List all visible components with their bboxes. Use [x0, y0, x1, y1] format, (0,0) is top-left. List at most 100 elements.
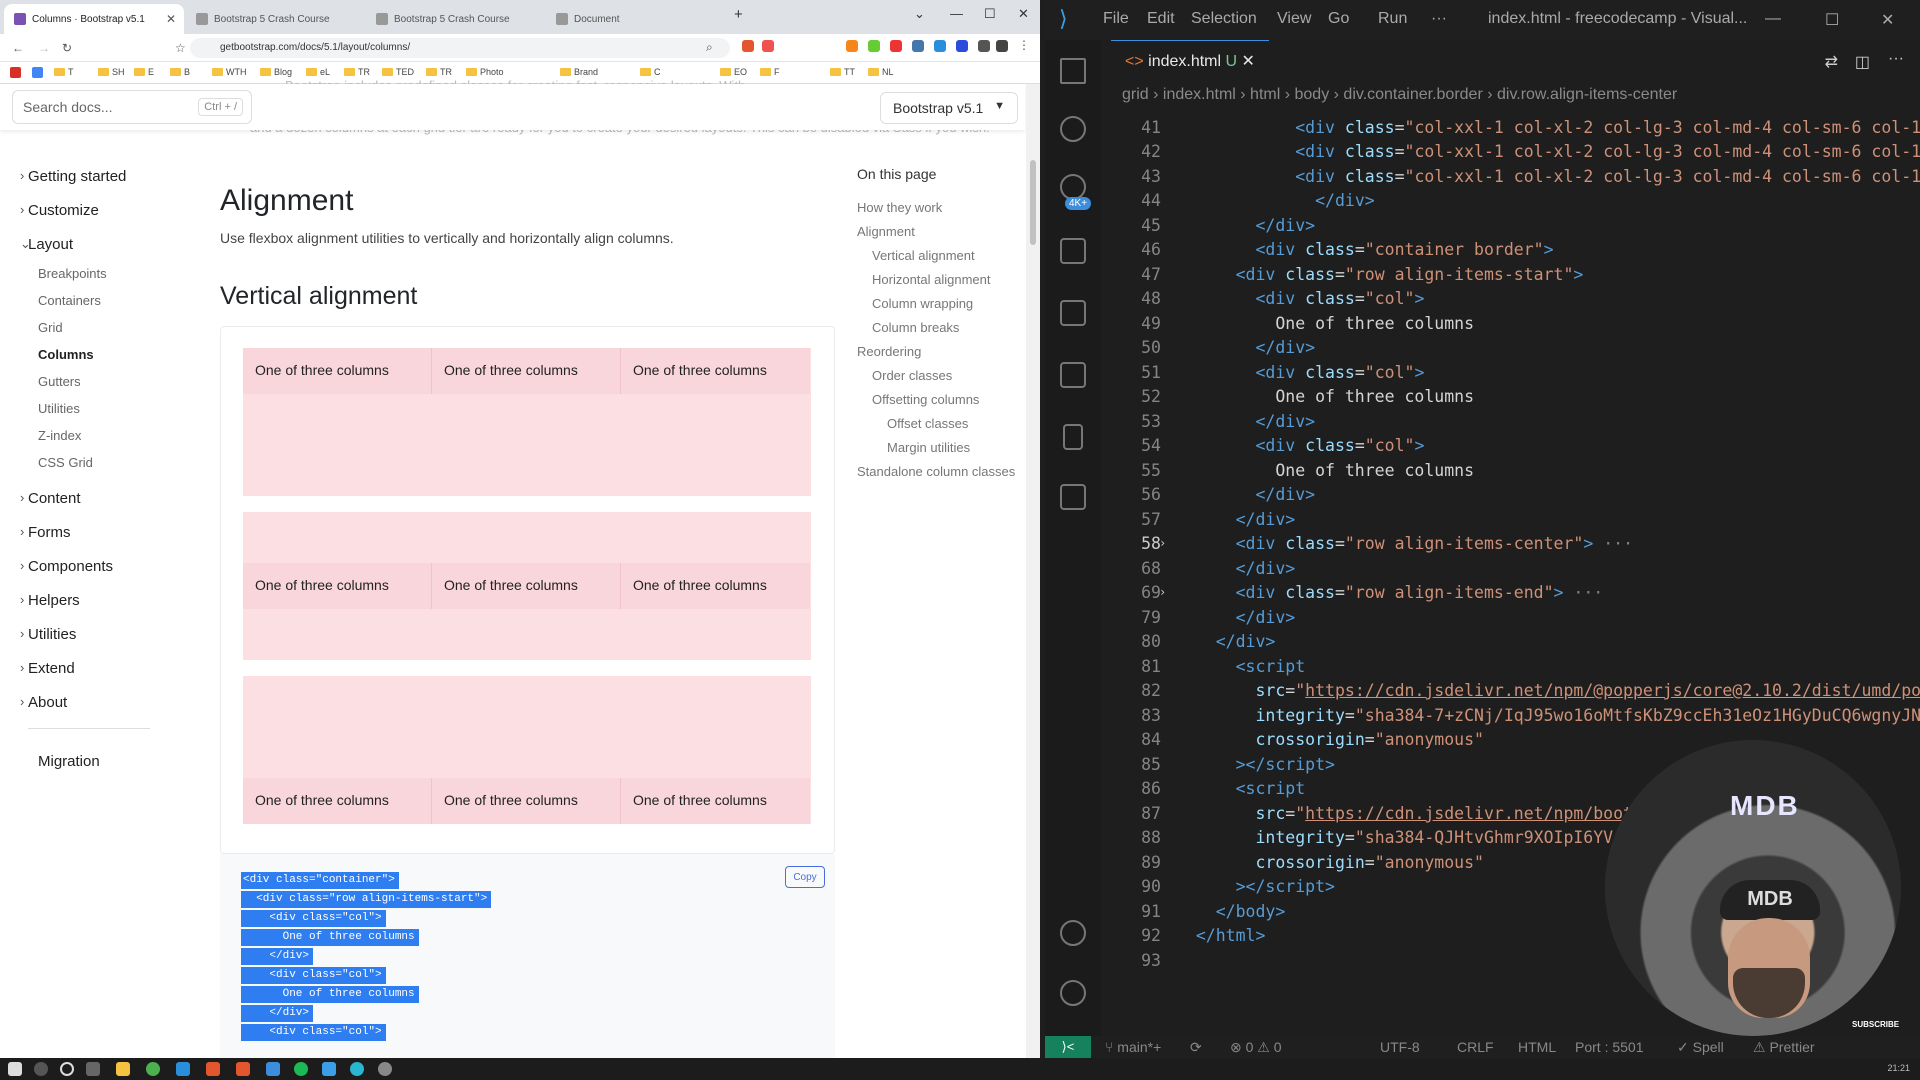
puzzle-icon[interactable]	[996, 40, 1008, 52]
tab-search-icon[interactable]: ⌄	[914, 6, 925, 22]
bookmark-folder[interactable]: F	[760, 67, 780, 77]
breadcrumb-item[interactable]: div.row.align-items-center	[1497, 86, 1677, 103]
sidebar-item-css-grid[interactable]: CSS Grid	[38, 455, 93, 470]
app-icon[interactable]	[378, 1062, 392, 1076]
brave-rewards-icon[interactable]	[762, 40, 774, 52]
new-tab-icon[interactable]: +	[734, 6, 743, 23]
copy-button[interactable]: Copy	[785, 866, 825, 888]
bookmark-folder[interactable]: WTH	[212, 67, 247, 77]
sidebar-item-columns[interactable]: Columns	[38, 347, 94, 362]
tab-columns-bootstrap[interactable]: Columns · Bootstrap v5.1 ✕	[4, 4, 184, 34]
bookmark-folder[interactable]: E	[134, 67, 154, 77]
toc-item[interactable]: Reordering	[857, 344, 921, 359]
close-window-icon[interactable]: ✕	[1018, 6, 1029, 22]
bookmark-folder[interactable]: EO	[720, 67, 747, 77]
menu-selection[interactable]: Selection	[1191, 10, 1257, 28]
extension-icon[interactable]	[956, 40, 968, 52]
bookmark-folder[interactable]: TR	[344, 67, 370, 77]
spell-status[interactable]: ✓ Spell	[1677, 1039, 1724, 1056]
scrollbar-thumb[interactable]	[1030, 160, 1036, 245]
zoom-icon[interactable]: ⌕	[706, 40, 713, 55]
app-icon[interactable]	[206, 1062, 220, 1076]
bookmark-folder[interactable]: TR	[426, 67, 452, 77]
bookmark-folder[interactable]: TED	[382, 67, 414, 77]
eol-status[interactable]: CRLF	[1457, 1039, 1494, 1055]
extensions-icon[interactable]	[1060, 300, 1086, 326]
sidebar-extend[interactable]: › Extend	[20, 660, 75, 677]
remote-icon[interactable]: ⟩<	[1045, 1036, 1091, 1058]
encoding-status[interactable]: UTF-8	[1380, 1039, 1420, 1055]
sidebar-migration[interactable]: Migration	[38, 753, 100, 770]
sidebar-content[interactable]: › Content	[20, 490, 81, 507]
sidebar-utilities[interactable]: › Utilities	[20, 626, 76, 643]
extension-icon[interactable]	[978, 40, 990, 52]
toc-item[interactable]: Column breaks	[872, 320, 959, 335]
gmail-icon[interactable]	[10, 67, 21, 78]
search-icon[interactable]	[1060, 116, 1086, 142]
menu-icon[interactable]: ⋮	[1018, 38, 1030, 52]
sidebar-item-containers[interactable]: Containers	[38, 293, 101, 308]
toc-item[interactable]: Alignment	[857, 224, 915, 239]
sidebar-customize[interactable]: › Customize	[20, 202, 99, 219]
chrome-icon[interactable]	[146, 1062, 160, 1076]
search-input[interactable]: Search docs... Ctrl + /	[12, 90, 252, 124]
sidebar-layout[interactable]: ⌄ Layout	[20, 236, 73, 253]
metamask-icon[interactable]	[846, 40, 858, 52]
problems-status[interactable]: ⊗ 0 ⚠ 0	[1230, 1039, 1282, 1056]
menu-file[interactable]: File	[1103, 10, 1129, 28]
start-icon[interactable]	[8, 1062, 22, 1076]
prettier-status[interactable]: ⚠ Prettier	[1753, 1039, 1815, 1056]
sidebar-helpers[interactable]: › Helpers	[20, 592, 80, 609]
bookmark-folder[interactable]: SH	[98, 67, 125, 77]
extension-icon[interactable]	[868, 40, 880, 52]
more-actions-icon[interactable]: ···	[1888, 50, 1904, 68]
reload-icon[interactable]: ↻	[62, 41, 72, 55]
toc-item[interactable]: How they work	[857, 200, 942, 215]
run-debug-icon[interactable]	[1060, 238, 1086, 264]
tab-crash-course-1[interactable]: Bootstrap 5 Crash Course	[186, 4, 362, 34]
bookmark-folder[interactable]: C	[640, 67, 661, 77]
close-window-icon[interactable]: ✕	[1881, 10, 1894, 30]
menu-more[interactable]: ···	[1431, 10, 1447, 28]
bookmark-folder[interactable]: B	[170, 67, 190, 77]
menu-edit[interactable]: Edit	[1147, 10, 1175, 28]
sidebar-item-grid[interactable]: Grid	[38, 320, 63, 335]
gear-icon[interactable]	[1060, 980, 1086, 1006]
breadcrumb-item[interactable]: grid	[1122, 86, 1149, 103]
testing-icon[interactable]	[1063, 424, 1083, 450]
sidebar-item-z-index[interactable]: Z-index	[38, 428, 81, 443]
breadcrumb-item[interactable]: html	[1250, 86, 1280, 103]
app-icon[interactable]	[266, 1062, 280, 1076]
language-status[interactable]: HTML	[1518, 1039, 1556, 1055]
forward-icon[interactable]: →	[38, 41, 50, 55]
remote-explorer-icon[interactable]	[1060, 362, 1086, 388]
clock[interactable]: 21:21	[1887, 1063, 1910, 1073]
sidebar-forms[interactable]: › Forms	[20, 524, 71, 541]
toc-item[interactable]: Order classes	[872, 368, 952, 383]
tab-crash-course-2[interactable]: Bootstrap 5 Crash Course	[366, 4, 542, 34]
version-dropdown[interactable]: Bootstrap v5.1 ▼	[880, 92, 1018, 124]
toc-item[interactable]: Offsetting columns	[872, 392, 979, 407]
app-icon[interactable]	[176, 1062, 190, 1076]
split-editor-icon[interactable]: ◫	[1855, 52, 1870, 72]
docker-icon[interactable]	[1060, 484, 1086, 510]
sidebar-components[interactable]: › Components	[20, 558, 113, 575]
minimize-icon[interactable]: —	[950, 6, 963, 21]
toc-item[interactable]: Offset classes	[887, 416, 968, 431]
search-icon[interactable]	[34, 1062, 48, 1076]
vscode-icon[interactable]	[322, 1062, 336, 1076]
toc-item[interactable]: Horizontal alignment	[872, 272, 991, 287]
cortana-icon[interactable]	[60, 1062, 74, 1076]
menu-go[interactable]: Go	[1328, 10, 1349, 28]
breadcrumb-item[interactable]: index.html	[1163, 86, 1236, 103]
bookmark-folder[interactable]: Photo	[466, 67, 504, 77]
sidebar-about[interactable]: › About	[20, 694, 67, 711]
extension-icon[interactable]	[890, 40, 902, 52]
maximize-icon[interactable]: ☐	[984, 6, 996, 22]
tab-index-html[interactable]: <> index.html U ✕	[1111, 40, 1269, 84]
app-icon[interactable]	[350, 1062, 364, 1076]
menu-run[interactable]: Run	[1378, 10, 1407, 28]
close-tab-icon[interactable]: ✕	[1242, 53, 1255, 70]
extension-icon[interactable]	[912, 40, 924, 52]
bookmark-folder[interactable]: NL	[868, 67, 894, 77]
